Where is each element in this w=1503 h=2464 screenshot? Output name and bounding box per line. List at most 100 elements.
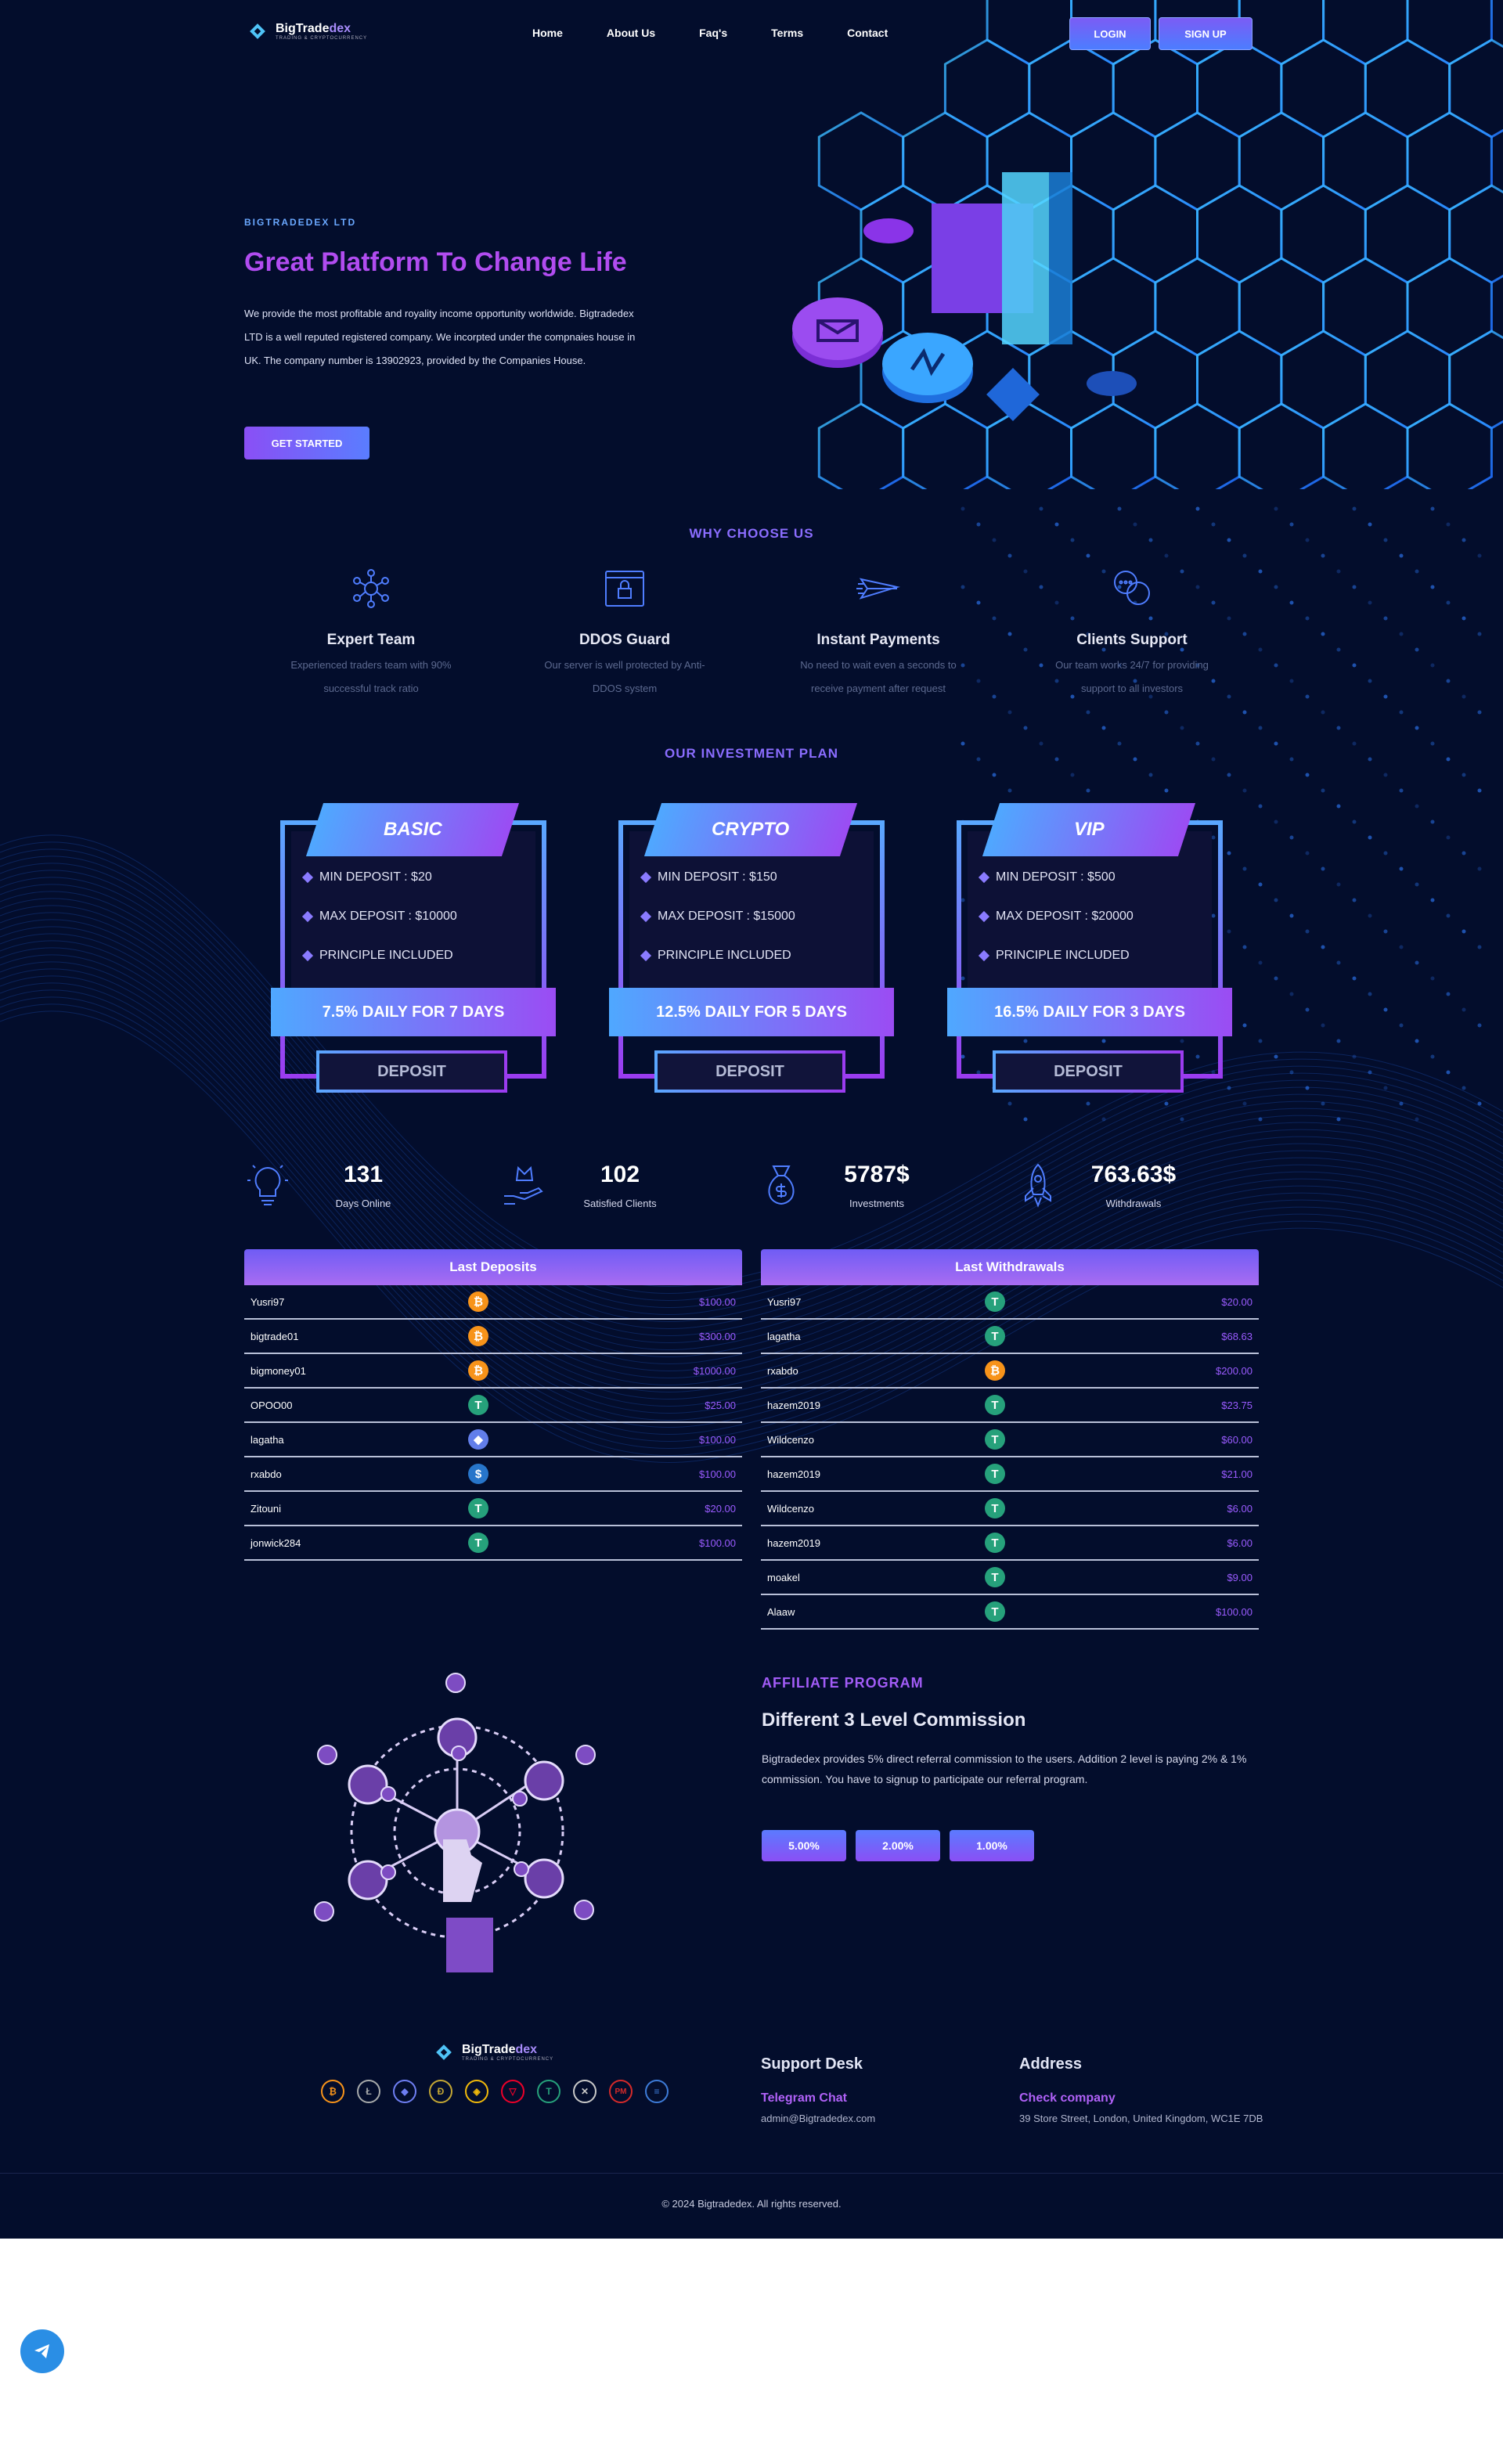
diamond-bullet-icon: [640, 949, 652, 962]
plan-name: BASIC: [383, 819, 442, 840]
eth-coin-icon: ◆: [468, 1429, 488, 1450]
hex-cell: [1322, 111, 1409, 211]
chat-bubbles-icon: [1114, 571, 1150, 605]
dot: [1305, 1086, 1310, 1090]
dot: [1258, 882, 1263, 887]
plan-min-text: MIN DEPOSIT : $150: [658, 870, 777, 884]
usdt-coin-icon: T: [985, 1464, 1005, 1484]
nav-about-us[interactable]: About Us: [607, 27, 655, 39]
logo-tagline: TRADING & CRYPTOCURRENCY: [276, 36, 368, 41]
dot: [1242, 788, 1247, 793]
feature-text: Our team works 24/7 for providing suppor…: [1055, 659, 1209, 694]
dot: [1477, 710, 1482, 715]
hex-cell: [986, 0, 1072, 66]
hex-cell: [1112, 38, 1198, 139]
feature-text: Our server is well protected by Anti-DDO…: [544, 659, 705, 694]
hex-cell: [1364, 330, 1451, 430]
telegram-chat-button[interactable]: [20, 2329, 64, 2373]
table-row: lagatha ◆ $100.00: [244, 1423, 742, 1457]
telegram-chat-link[interactable]: Telegram Chat: [761, 2091, 847, 2106]
plan-min-deposit: MIN DEPOSIT : $20: [301, 870, 432, 884]
feature-text: Experienced traders team with 90% succes…: [290, 659, 452, 694]
dot: [1462, 773, 1466, 777]
dot: [1305, 694, 1310, 699]
level-1-commission[interactable]: 5.00%: [762, 1830, 846, 1861]
investment-plan-title: OUR INVESTMENT PLAN: [664, 746, 839, 761]
logo-main-text: BigTrade: [462, 2043, 516, 2056]
table-row: rxabdo $ $100.00: [244, 1457, 742, 1492]
nav-terms[interactable]: Terms: [771, 27, 803, 39]
perfect-money-icon: PM: [609, 2080, 633, 2103]
hex-cell: [1322, 0, 1409, 66]
logo-main-text: BigTrade: [276, 22, 330, 35]
footer-logo[interactable]: BigTradedex TRADING & CRYPTOCURRENCY: [436, 2043, 553, 2062]
deposit-button[interactable]: DEPOSIT: [654, 1050, 845, 1093]
ethereum-icon: ◆: [393, 2080, 416, 2103]
level-3-commission[interactable]: 1.00%: [950, 1830, 1034, 1861]
dot: [1399, 632, 1404, 636]
dot: [1399, 866, 1404, 871]
dot: [1446, 992, 1451, 996]
check-company-link[interactable]: Check company: [1019, 2091, 1116, 2106]
hex-cell: [1196, 38, 1283, 139]
dot: [1352, 976, 1357, 981]
login-button[interactable]: LOGIN: [1069, 17, 1151, 50]
dot: [1462, 1086, 1466, 1090]
stat-label: Satisfied Clients: [583, 1198, 657, 1209]
bitcoin-icon: ₿: [321, 2080, 344, 2103]
dot: [1086, 553, 1090, 558]
dot: [1383, 929, 1388, 934]
dot: [1039, 741, 1043, 746]
plan-name: VIP: [1073, 819, 1105, 840]
dot: [1289, 600, 1294, 605]
row-amount: $300.00: [699, 1330, 736, 1342]
plan-body: MIN DEPOSIT : $150 MAX DEPOSIT : $15000 …: [629, 831, 874, 1011]
plan-principle: PRINCIPLE INCLUDED: [301, 949, 453, 963]
logo-accent-text: dex: [329, 22, 351, 35]
deposit-button[interactable]: DEPOSIT: [316, 1050, 507, 1093]
feature-clients-support: Clients Support Our team works 24/7 for …: [1007, 565, 1257, 701]
row-username: hazem2019: [767, 1468, 820, 1480]
feature-text: No need to wait even a seconds to receiv…: [800, 659, 957, 694]
site-logo[interactable]: BigTradedex TRADING & CRYPTOCURRENCY: [250, 22, 367, 41]
dot: [1305, 851, 1310, 856]
plan-principle-text: PRINCIPLE INCLUDED: [658, 949, 791, 962]
dot: [1274, 898, 1278, 902]
dot: [1336, 726, 1341, 730]
dot: [1415, 882, 1419, 887]
nav-contact[interactable]: Contact: [847, 27, 888, 39]
dot: [992, 773, 997, 777]
footer-divider: [0, 2173, 1503, 2174]
dot: [1446, 835, 1451, 840]
nav-home[interactable]: Home: [532, 27, 563, 39]
plan-max-deposit: MAX DEPOSIT : $20000: [978, 910, 1134, 924]
table-row: hazem2019 T $23.75: [761, 1389, 1259, 1423]
dot: [1227, 773, 1231, 777]
dot: [1289, 992, 1294, 996]
dot: [1352, 1054, 1357, 1059]
dot: [1321, 710, 1325, 715]
usdt-coin-icon: T: [985, 1601, 1005, 1622]
table-row: Alaaw T $100.00: [761, 1595, 1259, 1630]
signup-button[interactable]: SIGN UP: [1159, 17, 1252, 50]
support-email[interactable]: admin@Bigtradedex.com: [761, 2109, 875, 2129]
dot: [1446, 679, 1451, 683]
dot: [1039, 506, 1043, 511]
table-row: jonwick284 T $100.00: [244, 1526, 742, 1561]
row-username: Alaaw: [767, 1605, 795, 1618]
table-row: bigtrade01 ₿ $300.00: [244, 1320, 742, 1354]
deposit-button[interactable]: DEPOSIT: [993, 1050, 1184, 1093]
stat-label: Days Online: [335, 1198, 391, 1209]
table-body: Yusri97 T $20.00 lagatha T $68.63 rxabdo ₿ $200.…: [761, 1285, 1259, 1630]
dot: [1415, 1117, 1419, 1122]
plan-rate: 7.5% DAILY FOR 7 DAYS: [271, 988, 556, 1036]
level-2-commission[interactable]: 2.00%: [856, 1830, 940, 1861]
dot: [1430, 741, 1435, 746]
hex-cell: [1280, 184, 1367, 284]
dot: [1368, 835, 1372, 840]
row-username: rxabdo: [767, 1364, 798, 1377]
stat-withdrawals: 763.63$ Withdrawals: [1015, 1162, 1265, 1224]
nav-faqs[interactable]: Faq's: [699, 27, 727, 39]
get-started-button[interactable]: GET STARTED: [244, 427, 369, 459]
plan-max-text: MAX DEPOSIT : $20000: [996, 910, 1134, 923]
